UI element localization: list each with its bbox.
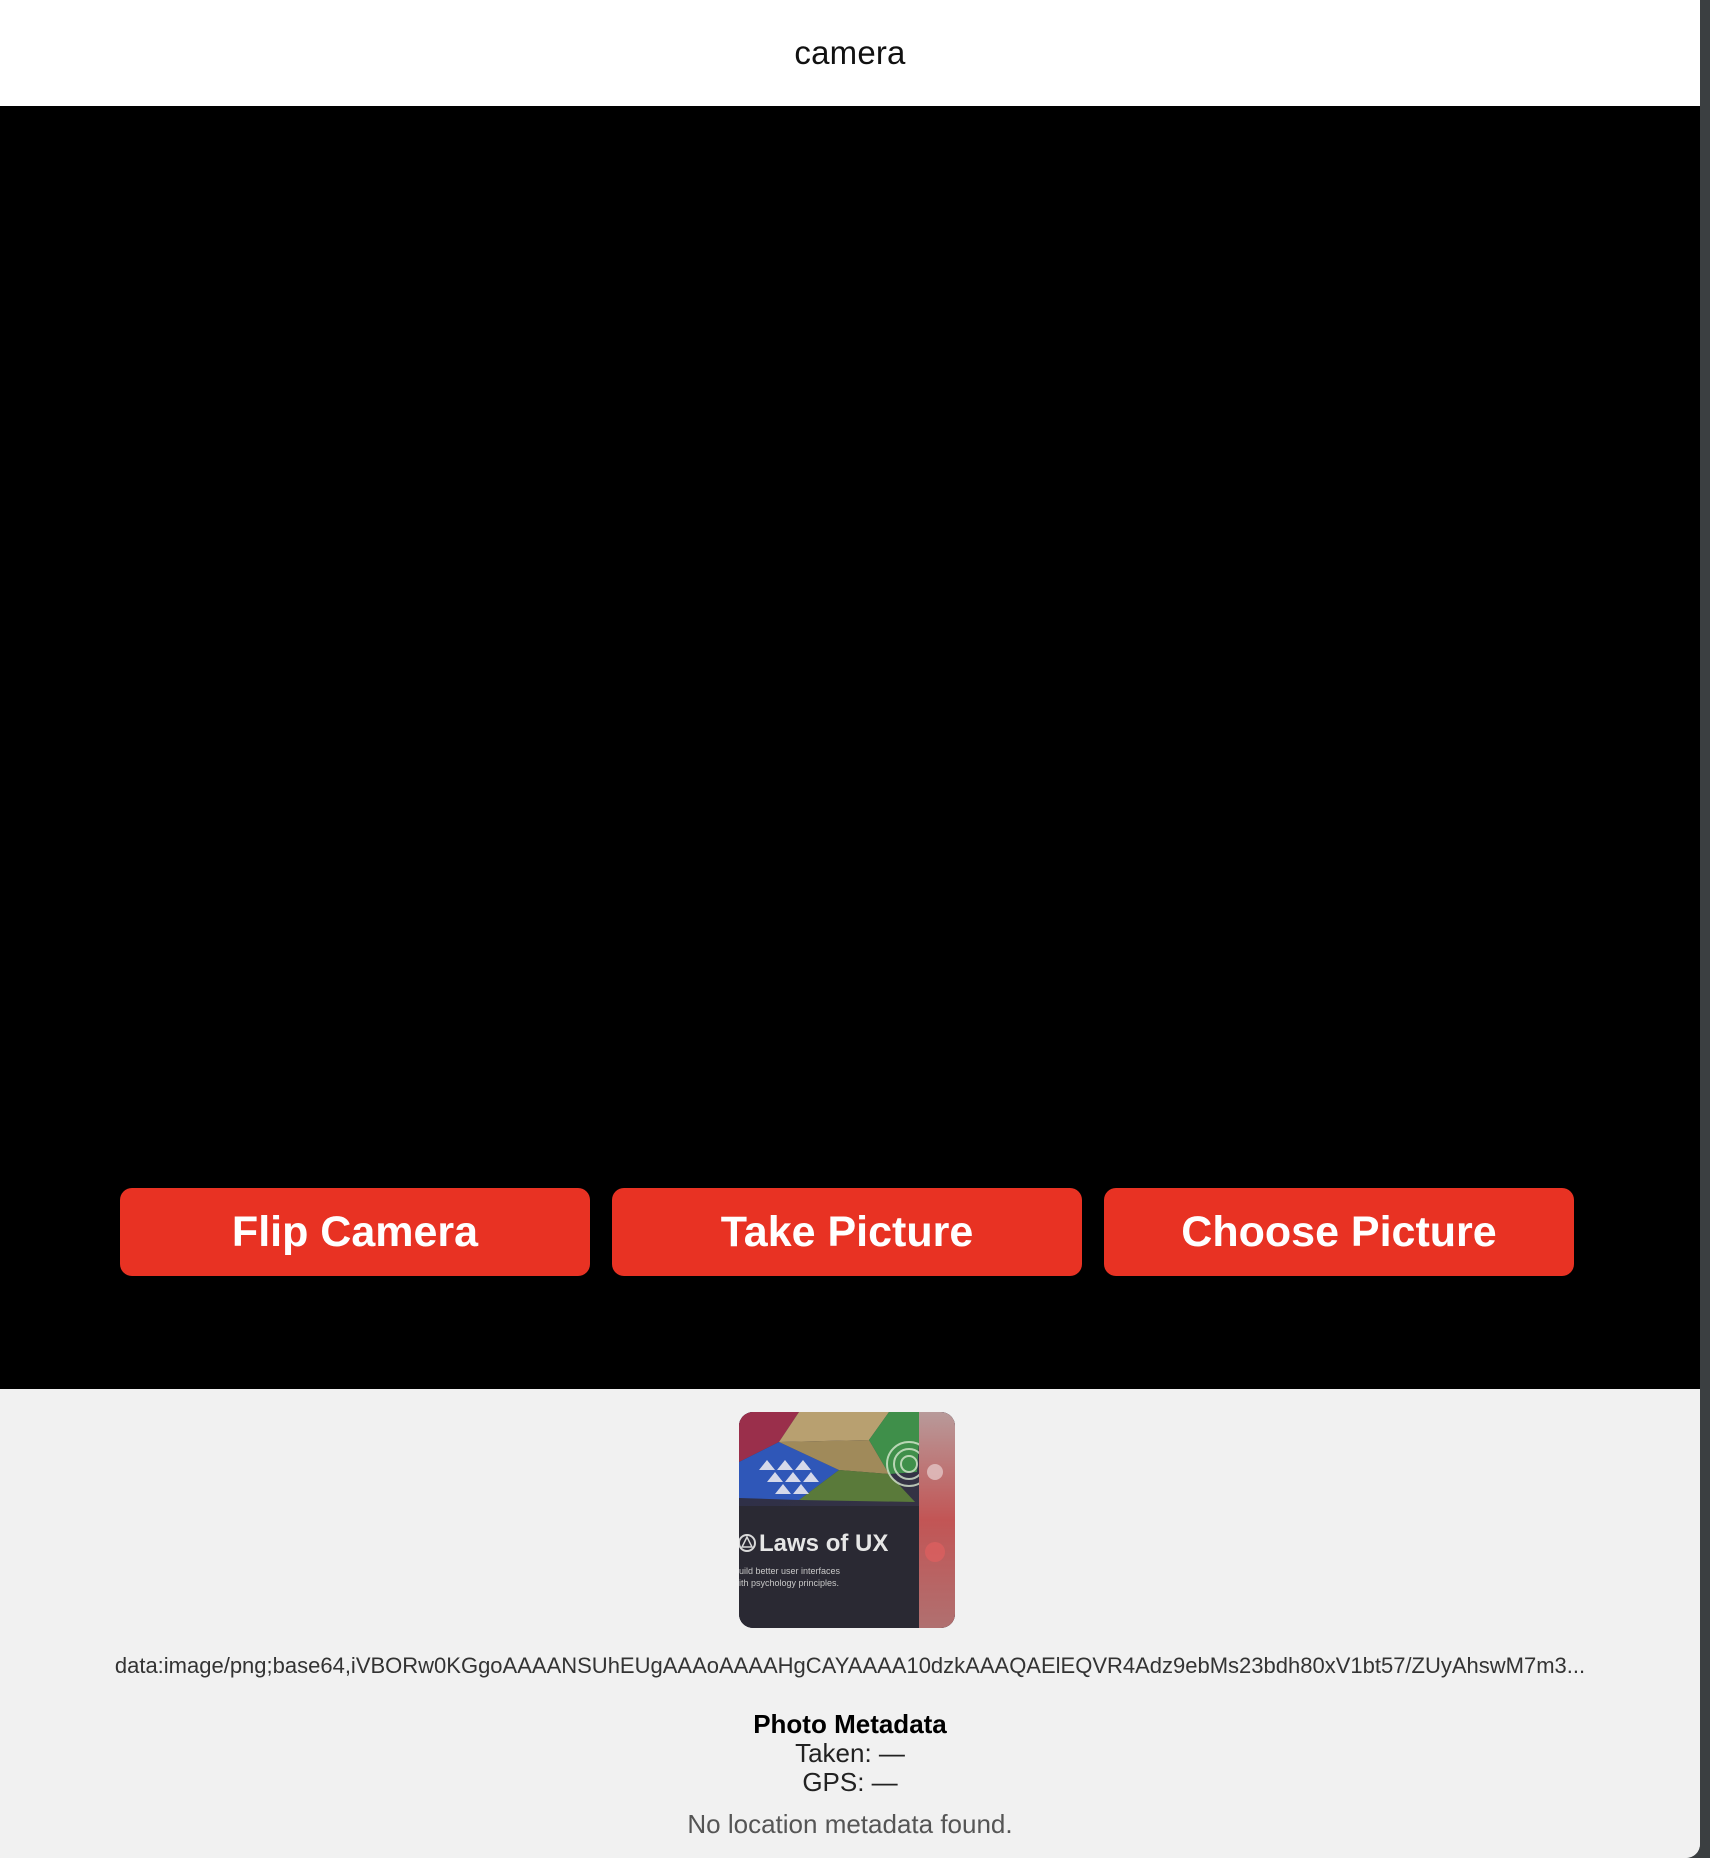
thumbnail-subtitle-1: uild better user interfaces [739, 1566, 841, 1576]
camera-viewfinder[interactable]: Flip Camera Take Picture Choose Picture [0, 106, 1700, 1389]
camera-controls: Flip Camera Take Picture Choose Picture [120, 1188, 1574, 1276]
thumbnail-title: Laws of UX [759, 1530, 888, 1557]
metadata-taken: Taken: — [795, 1738, 905, 1768]
choose-picture-button[interactable]: Choose Picture [1104, 1188, 1574, 1276]
photo-preview-area: Laws of UX uild better user interfaces i… [0, 1389, 1700, 1858]
metadata-title: Photo Metadata [753, 1709, 947, 1739]
app-window: camera Flip Camera Take Picture Choose P… [0, 0, 1700, 1858]
photo-thumbnail: Laws of UX uild better user interfaces i… [739, 1412, 955, 1628]
photo-metadata: Photo Metadata Taken: — GPS: — No locati… [0, 1709, 1700, 1839]
flip-camera-button[interactable]: Flip Camera [120, 1188, 590, 1276]
header-bar: camera [0, 0, 1700, 106]
thumbnail-subtitle-2: ith psychology principles. [739, 1578, 839, 1588]
metadata-note: No location metadata found. [687, 1809, 1013, 1839]
take-picture-button[interactable]: Take Picture [612, 1188, 1082, 1276]
metadata-gps: GPS: — [802, 1767, 898, 1797]
image-data-url: data:image/png;base64,iVBORw0KGgoAAAANSU… [114, 1653, 1586, 1678]
page-title: camera [794, 34, 906, 71]
